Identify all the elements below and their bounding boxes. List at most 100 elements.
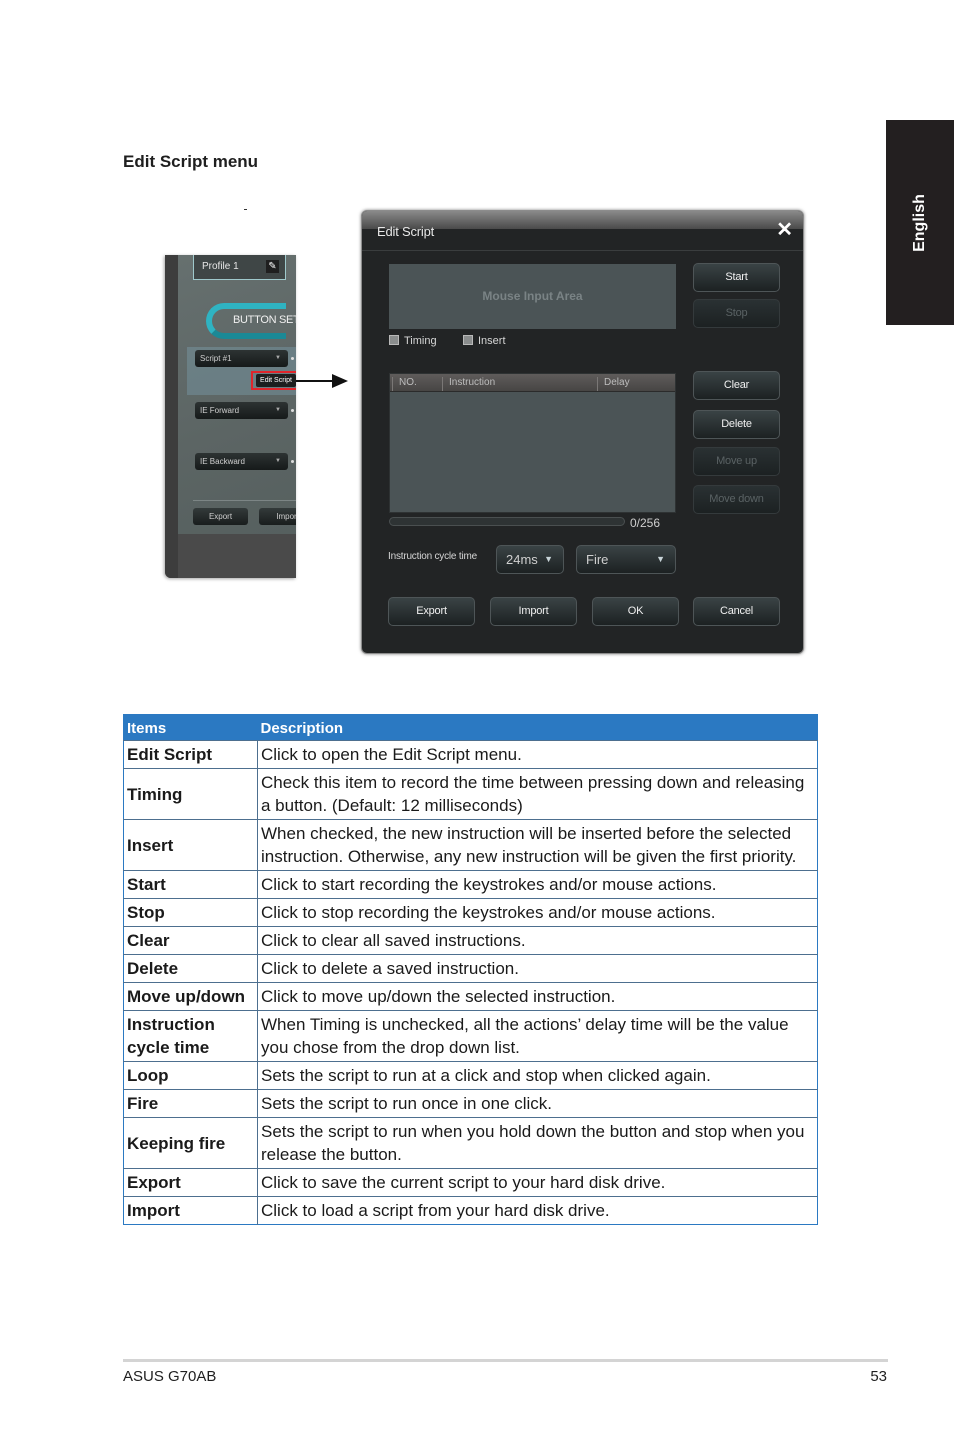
chevron-down-icon: ▼ (275, 355, 281, 361)
item-name: Export (123, 1168, 258, 1197)
chevron-down-icon: ▼ (275, 458, 281, 464)
table-row: Import Click to load a script from your h… (123, 1196, 818, 1225)
dialog-title: Edit Script (377, 224, 435, 239)
item-description: Click to save the current script to your… (257, 1168, 818, 1197)
clear-button[interactable]: Clear (693, 371, 780, 400)
item-description: Click to clear all saved instructions. (257, 926, 818, 955)
run-mode-dropdown[interactable]: Fire ▼ (576, 545, 676, 574)
app-panel-body: Profile 1 ✎ BUTTON SETTIN Script #1 ▼ Ed… (178, 255, 296, 534)
profile-selector[interactable]: Profile 1 ✎ (193, 255, 286, 280)
chevron-down-icon: ▼ (275, 407, 281, 413)
footer-divider (123, 1359, 888, 1362)
cycle-time-value: 24ms (506, 552, 538, 567)
move-down-button[interactable]: Move down (693, 485, 780, 514)
connector-dot (291, 409, 294, 412)
instruction-list-header: NO. Instruction Delay (390, 374, 675, 392)
column-delay[interactable]: Delay (597, 377, 675, 391)
dialog-titlebar: Edit Script ✕ (362, 211, 803, 251)
button-action-dropdown[interactable]: Script #1 ▼ (195, 350, 294, 367)
section-title: Edit Script menu (123, 152, 259, 171)
item-name: Loop (123, 1061, 258, 1090)
item-name: Instruction cycle time (123, 1010, 258, 1062)
item-description: Sets the script to run at a click and st… (257, 1061, 818, 1090)
page-number: 53 (870, 1368, 887, 1385)
dropdown-value: Script #1 (200, 354, 232, 363)
table-row: Edit Script Click to open the Edit Script… (123, 740, 818, 769)
insert-checkbox[interactable]: Insert (463, 335, 506, 347)
column-instruction[interactable]: Instruction (442, 377, 597, 391)
item-name: Keeping fire (123, 1117, 258, 1169)
table-row: Export Click to save the current script t… (123, 1168, 818, 1197)
divider (193, 500, 296, 501)
button-action-dropdown[interactable]: IE Backward ▼ (195, 453, 294, 470)
table-row: Loop Sets the script to run at a click an… (123, 1061, 818, 1090)
table-row: Fire Sets the script to run once in one c… (123, 1089, 818, 1118)
import-button[interactable]: Import (490, 597, 577, 626)
app-panel-edge (165, 255, 178, 578)
ok-button[interactable]: OK (592, 597, 679, 626)
mouse-input-label: Mouse Input Area (482, 289, 583, 303)
import-button[interactable]: Impor (259, 508, 296, 525)
checkbox-box[interactable] (389, 335, 399, 345)
arrow-head-icon (332, 374, 348, 388)
insert-label: Insert (478, 335, 506, 347)
instruction-list[interactable]: NO. Instruction Delay (389, 373, 676, 513)
edit-script-button[interactable]: Edit Script (256, 374, 296, 387)
item-name: Move up/down (123, 982, 258, 1011)
table-row: Clear Click to clear all saved instructio… (123, 926, 818, 955)
table-row: Stop Click to stop recording the keystrok… (123, 898, 818, 927)
column-no[interactable]: NO. (392, 377, 442, 391)
edit-script-dialog: Edit Script ✕ Mouse Input Area Timing In… (361, 210, 804, 654)
table-header-row: Items Description (123, 714, 818, 741)
app-panel-crop: Profile 1 ✎ BUTTON SETTIN Script #1 ▼ Ed… (165, 255, 296, 578)
callout-arrow (296, 380, 334, 382)
mouse-input-area[interactable]: Mouse Input Area (389, 264, 676, 329)
item-description: Click to move up/down the selected instr… (257, 982, 818, 1011)
cycle-time-dropdown[interactable]: 24ms ▼ (496, 545, 564, 574)
items-description-table: Items Description Edit Script Click to op… (123, 714, 818, 1225)
close-icon[interactable]: ✕ (776, 220, 793, 240)
table-row: Move up/down Click to move up/down the se… (123, 982, 818, 1011)
chevron-down-icon: ▼ (656, 554, 665, 564)
header-description: Description (257, 714, 818, 741)
dropdown-value: IE Forward (200, 406, 240, 415)
item-description: Click to start recording the keystrokes … (257, 870, 818, 899)
item-name: Stop (123, 898, 258, 927)
language-label: English (911, 193, 928, 252)
item-name: Import (123, 1196, 258, 1225)
button-settings-heading: BUTTON SETTIN (233, 314, 296, 326)
stray-mark (244, 209, 247, 210)
table-row: Instruction cycle time When Timing is unc… (123, 1010, 818, 1062)
edit-script-button-highlight[interactable]: Edit Script (251, 371, 296, 390)
connector-dot (291, 460, 294, 463)
item-description: Click to delete a saved instruction. (257, 954, 818, 983)
start-button[interactable]: Start (693, 263, 780, 292)
connector-dot (291, 357, 294, 360)
export-button[interactable]: Export (388, 597, 475, 626)
language-tab: English (886, 120, 954, 325)
export-button[interactable]: Export (193, 508, 248, 525)
delete-button[interactable]: Delete (693, 410, 780, 439)
button-action-dropdown[interactable]: IE Forward ▼ (195, 402, 294, 419)
footer-product: ASUS G70AB (123, 1368, 217, 1385)
item-name: Fire (123, 1089, 258, 1118)
cycle-time-label: Instruction cycle time (388, 551, 477, 562)
item-description: Click to stop recording the keystrokes a… (257, 898, 818, 927)
item-name: Edit Script (123, 740, 258, 769)
item-description: When Timing is unchecked, all the action… (257, 1010, 818, 1062)
stop-button[interactable]: Stop (693, 299, 780, 328)
timing-label: Timing (404, 335, 437, 347)
item-name: Delete (123, 954, 258, 983)
cancel-button[interactable]: Cancel (693, 597, 780, 626)
timing-checkbox[interactable]: Timing (389, 335, 437, 347)
table-row: Insert When checked, the new instruction … (123, 819, 818, 871)
dropdown-value: IE Backward (200, 457, 245, 466)
checkbox-box[interactable] (463, 335, 473, 345)
pencil-icon[interactable]: ✎ (266, 260, 279, 273)
item-description: Check this item to record the time betwe… (257, 768, 818, 820)
item-description: When checked, the new instruction will b… (257, 819, 818, 871)
item-description: Click to open the Edit Script menu. (257, 740, 818, 769)
instruction-count: 0/256 (630, 516, 661, 530)
move-up-button[interactable]: Move up (693, 447, 780, 476)
table-row: Timing Check this item to record the time… (123, 768, 818, 820)
